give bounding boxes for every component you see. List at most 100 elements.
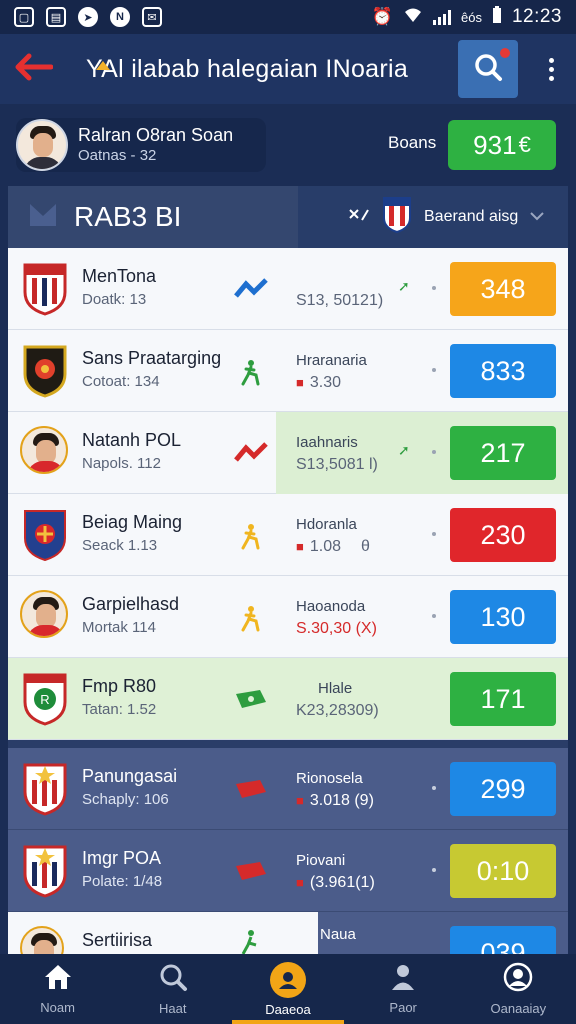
- row-dot: [432, 614, 436, 618]
- notification-dot: [500, 48, 510, 58]
- market-name: Hraranaria: [296, 352, 367, 369]
- search-button[interactable]: [458, 40, 518, 98]
- team-avatar: [20, 426, 68, 474]
- team-name: Imgr POA: [82, 848, 162, 868]
- league-header: RAB3 BI Baerand aisg: [8, 186, 568, 248]
- odds-button[interactable]: 171: [450, 672, 556, 726]
- battery-icon: [492, 5, 502, 29]
- profile-card[interactable]: Ralran O8ran Soan Oatnas - 32: [16, 118, 266, 172]
- image-icon: ▢: [14, 7, 34, 27]
- stats-icon: [234, 278, 268, 300]
- odds-button[interactable]: 039: [450, 926, 556, 955]
- flag-icon: ■: [296, 539, 304, 554]
- ticket-icon: [234, 860, 268, 882]
- market-value: ■ 1.08 θ: [296, 538, 370, 555]
- list-item[interactable]: R Fmp R80 Tatan: 1.52 Hlale K23,28309) 1…: [8, 658, 568, 740]
- team-name: Garpielhasd: [82, 594, 180, 614]
- page-title: YAl ilabab halegaian INoaria: [86, 54, 409, 83]
- list-item[interactable]: Sertiirisa Naua 039: [8, 912, 568, 956]
- title-caret-icon: [96, 61, 110, 70]
- row-dot: [432, 450, 436, 454]
- market-name: Hdoranla: [296, 516, 357, 533]
- list-item[interactable]: Sans Praatarging Cotoat: 134 Hraranaria …: [8, 330, 568, 412]
- nav-bets[interactable]: Daaeoa: [233, 961, 343, 1017]
- team-name: Sertiirisa: [82, 930, 153, 950]
- stats-icon: [234, 442, 268, 464]
- team-name: Beiag Maing: [82, 512, 183, 532]
- signal-icon: [432, 9, 451, 25]
- list-item[interactable]: Panungasai Schaply: 106 Rionosela ■ 3.018…: [8, 748, 568, 830]
- odds-button[interactable]: 217: [450, 426, 556, 480]
- ticket-icon: [234, 688, 268, 710]
- row-dot: [432, 286, 436, 290]
- row-dot: [432, 868, 436, 872]
- market-value: S13, 50121): [296, 292, 384, 309]
- trend-up-icon: ➚: [398, 442, 410, 458]
- list-item[interactable]: Beiag Maing Seack 1.13 Hdoranla ■ 1.08 θ 2…: [8, 494, 568, 576]
- row-dot: [432, 532, 436, 536]
- team-crest-icon: [22, 344, 68, 398]
- league-logo-icon: [28, 202, 58, 233]
- odds-button[interactable]: 299: [450, 762, 556, 816]
- team-crest-icon: R: [22, 672, 68, 726]
- list-item[interactable]: Natanh POL Napols. 112 Iaahnaris S13,508…: [8, 412, 568, 494]
- flag-icon: ■: [296, 793, 304, 808]
- row-dot: [432, 786, 436, 790]
- avatar: [16, 119, 68, 171]
- list-divider: [8, 740, 568, 748]
- nav-label: Haat: [159, 1001, 187, 1016]
- nav-label: Daaeoa: [265, 1001, 311, 1017]
- nav-profile[interactable]: Paor: [348, 963, 458, 1015]
- team-sub: Seack 1.13: [82, 537, 158, 554]
- nav-search[interactable]: Haat: [118, 962, 228, 1016]
- wifi-icon: [403, 7, 423, 28]
- bottom-nav: Noam Haat Daaeoa Paor Oanaaiay: [0, 954, 576, 1024]
- team-sub: Napols. 112: [82, 455, 161, 472]
- status-extra: êós: [460, 9, 482, 25]
- back-button[interactable]: [0, 34, 66, 104]
- league-selector[interactable]: Baerand aisg: [348, 196, 545, 239]
- team-crest-icon: [22, 762, 68, 816]
- notification-icon: ▤: [46, 7, 66, 27]
- team-sub: Cotoat: 134: [82, 373, 160, 390]
- nav-label: Paor: [389, 1000, 417, 1015]
- team-name: Fmp R80: [82, 676, 157, 696]
- list-item[interactable]: Imgr POA Polate: 1/48 Piovani ■ (3.961(1)…: [8, 830, 568, 912]
- league-title: RAB3 BI: [74, 201, 182, 232]
- euro-icon: €: [518, 132, 531, 157]
- odds-button[interactable]: 0:10: [450, 844, 556, 898]
- market-value: ■ 3.30: [296, 374, 341, 391]
- odds-button[interactable]: 833: [450, 344, 556, 398]
- flag-icon: ■: [296, 375, 304, 390]
- svg-text:R: R: [40, 692, 49, 707]
- odds-button[interactable]: 130: [450, 590, 556, 644]
- league-select-label: Baerand aisg: [424, 208, 519, 225]
- market-name: Rionosela: [296, 770, 363, 787]
- trend-up-icon: ➚: [398, 278, 410, 294]
- balance-button[interactable]: 931 €: [448, 120, 556, 170]
- team-sub: Tatan: 1.52: [82, 701, 157, 718]
- match-list: MenTona Doatk: 13 S13, 50121) ➚ 348 Sans…: [8, 248, 568, 956]
- list-item[interactable]: MenTona Doatk: 13 S13, 50121) ➚ 348: [8, 248, 568, 330]
- more-vert-icon[interactable]: [532, 40, 570, 98]
- team-name: MenTona: [82, 266, 157, 286]
- alarm-icon: ⏰: [371, 7, 393, 26]
- market-value: S13,5081 l): [296, 456, 378, 473]
- team-sub: Polate: 1/48: [82, 873, 163, 890]
- team-name: Sans Praatarging: [82, 348, 222, 368]
- message-icon: ✉: [142, 7, 162, 27]
- clock: 12:23: [511, 6, 562, 27]
- runner-icon: [234, 360, 268, 386]
- league-crest-icon: [382, 196, 412, 239]
- nav-account[interactable]: Oanaaiay: [463, 962, 573, 1016]
- team-sub: Doatk: 13: [82, 291, 147, 308]
- balance-label: Boans: [388, 133, 437, 152]
- team-crest-icon: [22, 508, 68, 562]
- odds-button[interactable]: 230: [450, 508, 556, 562]
- list-item[interactable]: Garpielhasd Mortak 114 Haoanoda S.30,30 …: [8, 576, 568, 658]
- odds-button[interactable]: 348: [450, 262, 556, 316]
- team-crest-icon: [22, 262, 68, 316]
- runner-icon: [234, 606, 268, 632]
- market-name: Haoanoda: [296, 598, 366, 615]
- nav-home[interactable]: Noam: [3, 963, 113, 1015]
